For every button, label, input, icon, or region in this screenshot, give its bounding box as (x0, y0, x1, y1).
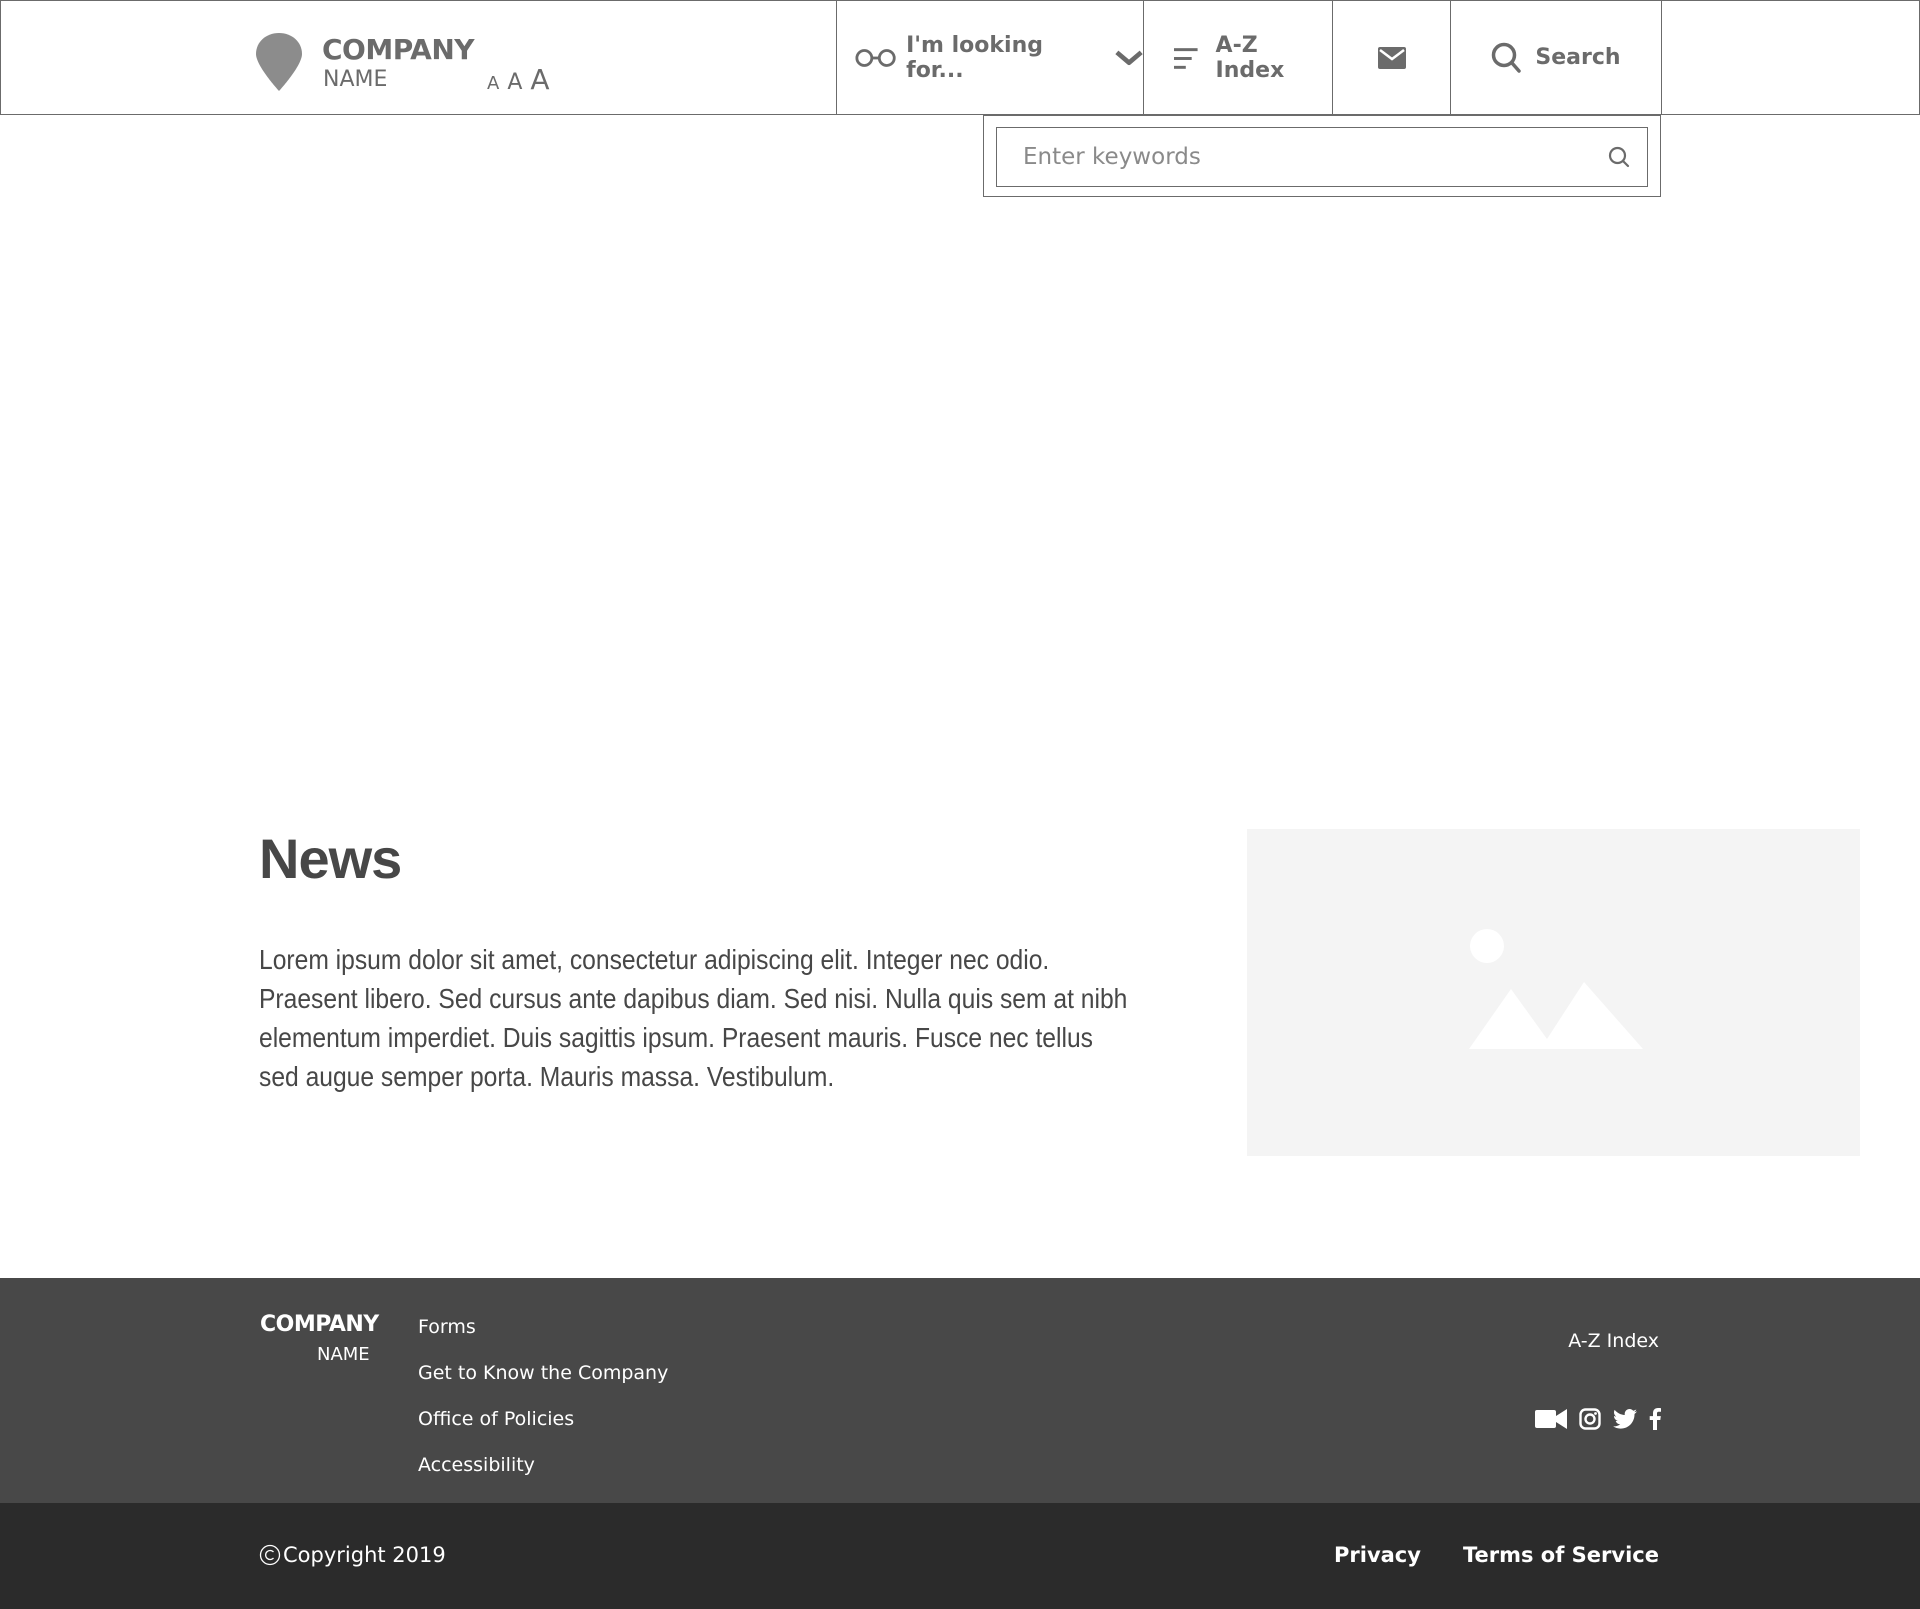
font-size-large-button[interactable]: A (530, 63, 549, 96)
facebook-icon[interactable] (1649, 1408, 1661, 1430)
image-placeholder-icon (1469, 929, 1643, 1049)
font-size-controls: A A A (487, 63, 550, 96)
footer-link-about[interactable]: Get to Know the Company (418, 1350, 668, 1396)
copyright: Copyright 2019 (259, 1543, 446, 1567)
mail-button[interactable] (1332, 1, 1450, 114)
copyright-icon (259, 1544, 281, 1566)
looking-for-label: I'm looking for... (906, 32, 1043, 83)
copyright-text: Copyright 2019 (283, 1543, 446, 1567)
az-index-label: A-Z Index (1215, 32, 1285, 83)
footer-az-index-link[interactable]: A-Z Index (1568, 1330, 1659, 1352)
search-icon (1492, 42, 1522, 73)
footer-logo-name: NAME (317, 1344, 370, 1365)
search-label: Search (1535, 45, 1621, 70)
chevron-down-icon (1115, 50, 1143, 65)
privacy-link[interactable]: Privacy (1334, 1543, 1421, 1567)
menu-lines-icon (1174, 47, 1198, 69)
footer-logo-company: COMPANY (260, 1312, 379, 1337)
footer-links: Forms Get to Know the Company Office of … (418, 1304, 668, 1488)
search-button[interactable]: Search (1450, 1, 1662, 114)
footer-link-policies[interactable]: Office of Policies (418, 1396, 668, 1442)
az-index-link[interactable]: A-Z Index (1143, 1, 1332, 114)
search-field-wrapper (996, 127, 1648, 187)
logo-company-text: COMPANY (322, 33, 475, 66)
footer-link-forms[interactable]: Forms (418, 1304, 668, 1350)
instagram-icon[interactable] (1579, 1408, 1601, 1430)
hero-banner: HOME SCREEN (0, 115, 1920, 773)
news-image-placeholder (1247, 829, 1860, 1156)
news-body-text: Lorem ipsum dolor sit amet, consectetur … (259, 944, 1128, 1092)
footer-link-accessibility[interactable]: Accessibility (418, 1442, 668, 1488)
glasses-icon (855, 48, 896, 67)
search-dropdown (983, 115, 1661, 197)
search-input[interactable] (997, 128, 1597, 186)
logo-name-text: NAME (323, 67, 388, 92)
font-size-small-button[interactable]: A (487, 73, 499, 94)
map-pin-icon (256, 33, 302, 91)
hero-title: HOME SCREEN (393, 668, 775, 764)
hero-image-placeholder (874, 357, 1048, 477)
terms-link[interactable]: Terms of Service (1463, 1543, 1659, 1567)
video-icon[interactable] (1535, 1409, 1567, 1429)
search-submit-icon[interactable] (1607, 145, 1631, 169)
mail-icon (1377, 46, 1406, 69)
site-footer: COMPANY NAME Forms Get to Know the Compa… (0, 1278, 1920, 1503)
social-links (1535, 1408, 1661, 1430)
twitter-icon[interactable] (1613, 1409, 1637, 1429)
bottom-bar: Copyright 2019 Privacy Terms of Service (0, 1503, 1920, 1609)
site-header: COMPANY NAME A A A I'm looking for... A-… (0, 0, 1920, 115)
font-size-medium-button[interactable]: A (507, 70, 522, 95)
looking-for-dropdown[interactable]: I'm looking for... (836, 1, 1143, 114)
news-heading: News (259, 827, 402, 890)
